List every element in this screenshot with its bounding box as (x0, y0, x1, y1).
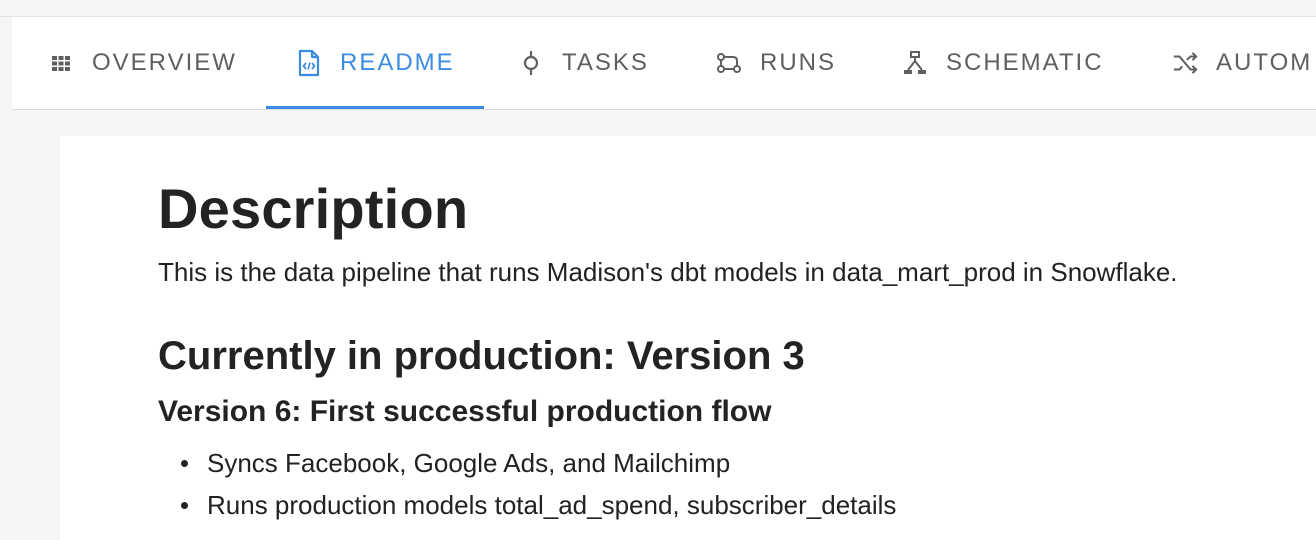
bullet-dot (181, 460, 188, 467)
runs-graph-icon (716, 50, 742, 76)
grid-icon (48, 50, 74, 76)
tab-automations-label: AUTOM (1216, 49, 1313, 76)
shuffle-icon (1172, 50, 1198, 76)
tab-tasks[interactable]: TASKS (518, 17, 649, 109)
tab-overview[interactable]: OVERVIEW (48, 17, 237, 109)
production-heading: Currently in production: Version 3 (158, 334, 805, 378)
tab-overview-label: OVERVIEW (92, 49, 237, 76)
active-tab-indicator (266, 106, 484, 109)
tab-schematic[interactable]: SCHEMATIC (902, 17, 1104, 109)
list-item-text: Syncs Facebook, Google Ads, and Mailchim… (207, 448, 731, 478)
tab-tasks-label: TASKS (562, 49, 649, 76)
file-code-icon (296, 49, 322, 77)
tab-readme[interactable]: README (266, 17, 484, 109)
readme-title: Description (158, 177, 469, 240)
commit-node-icon (518, 50, 544, 76)
list-item: Syncs Facebook, Google Ads, and Mailchim… (158, 442, 896, 484)
readme-panel: Description This is the data pipeline th… (60, 136, 1316, 540)
list-item: Runs production models total_ad_spend, s… (158, 484, 896, 526)
list-item-text: Runs production models total_ad_spend, s… (207, 490, 897, 520)
schematic-icon (902, 50, 928, 76)
tab-readme-label: README (340, 49, 455, 76)
tab-bar: OVERVIEW README TASKS RUNS SCHEMATIC AUT… (12, 17, 1316, 110)
bullet-dot (181, 502, 188, 509)
tab-automations[interactable]: AUTOM (1172, 17, 1312, 109)
tab-runs[interactable]: RUNS (716, 17, 836, 109)
version-feature-list: Syncs Facebook, Google Ads, and Mailchim… (158, 442, 896, 526)
window-top-strip (0, 0, 1316, 17)
version-heading: Version 6: First successful production f… (158, 395, 772, 428)
tab-schematic-label: SCHEMATIC (946, 49, 1104, 76)
readme-description: This is the data pipeline that runs Madi… (158, 257, 1178, 287)
tab-runs-label: RUNS (760, 49, 837, 76)
